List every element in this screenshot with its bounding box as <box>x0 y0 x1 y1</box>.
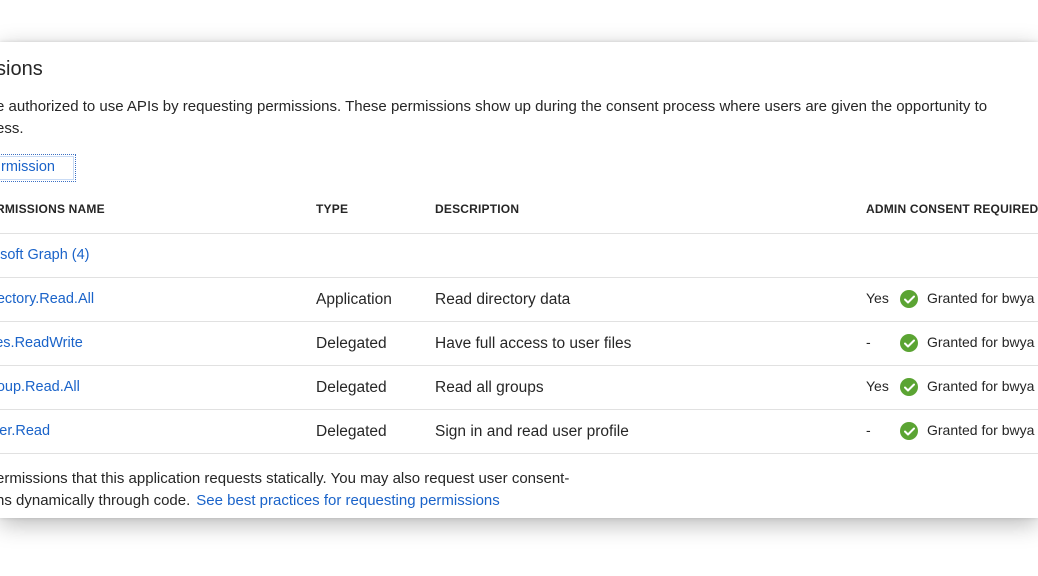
column-header-description: DESCRIPTION <box>435 202 520 216</box>
column-header-admin-consent: ADMIN CONSENT REQUIRED <box>866 202 1038 216</box>
column-header-type: TYPE <box>316 202 349 216</box>
admin-consent-required: Yes <box>866 290 889 306</box>
consent-status: Granted for bwya <box>927 422 1035 438</box>
consent-status: Granted for bwya <box>927 290 1035 306</box>
consent-status: Granted for bwya <box>927 378 1035 394</box>
row-divider <box>0 365 1038 366</box>
permission-name-link[interactable]: les.ReadWrite <box>0 335 83 351</box>
permission-name-link[interactable]: ser.Read <box>0 423 50 439</box>
description-line-2: ess. <box>0 120 24 137</box>
permission-type: Application <box>316 291 392 308</box>
description-line-1: e authorized to use APIs by requesting p… <box>0 98 988 115</box>
footer-line-2: ns dynamically through code. See best pra… <box>0 490 569 512</box>
admin-consent-required: Yes <box>866 378 889 394</box>
permission-description: Read all groups <box>435 379 544 396</box>
permission-description: Have full access to user files <box>435 335 632 352</box>
column-header-permission-name: RMISSIONS NAME <box>0 202 105 216</box>
row-divider <box>0 277 1038 278</box>
permission-name-link[interactable]: roup.Read.All <box>0 379 80 395</box>
row-divider <box>0 453 1038 454</box>
row-divider <box>0 409 1038 410</box>
check-circle-icon <box>900 378 918 396</box>
api-group-microsoft-graph[interactable]: osoft Graph (4) <box>0 247 90 263</box>
permission-type: Delegated <box>316 379 387 396</box>
section-title: sions <box>0 58 43 80</box>
permission-type: Delegated <box>316 423 387 440</box>
check-circle-icon <box>900 290 918 308</box>
admin-consent-required: - <box>866 422 871 438</box>
admin-consent-required: - <box>866 334 871 350</box>
check-circle-icon <box>900 422 918 440</box>
row-divider <box>0 321 1038 322</box>
footer-line-2-text: ns dynamically through code. <box>0 492 191 509</box>
check-circle-icon <box>900 334 918 352</box>
permission-name-link[interactable]: rectory.Read.All <box>0 291 94 307</box>
permission-description: Sign in and read user profile <box>435 423 629 440</box>
permission-type: Delegated <box>316 335 387 352</box>
section-description: e authorized to use APIs by requesting p… <box>0 96 987 140</box>
header-divider <box>0 233 1038 234</box>
footer-line-1: ermissions that this application request… <box>0 470 570 487</box>
api-permissions-panel: sions e authorized to use APIs by reques… <box>0 42 1038 518</box>
best-practices-link[interactable]: See best practices for requesting permis… <box>196 492 499 509</box>
consent-status: Granted for bwya <box>927 334 1035 350</box>
footer-note: ermissions that this application request… <box>0 468 569 512</box>
permission-description: Read directory data <box>435 291 571 308</box>
add-permission-button[interactable]: rmission <box>0 154 76 182</box>
